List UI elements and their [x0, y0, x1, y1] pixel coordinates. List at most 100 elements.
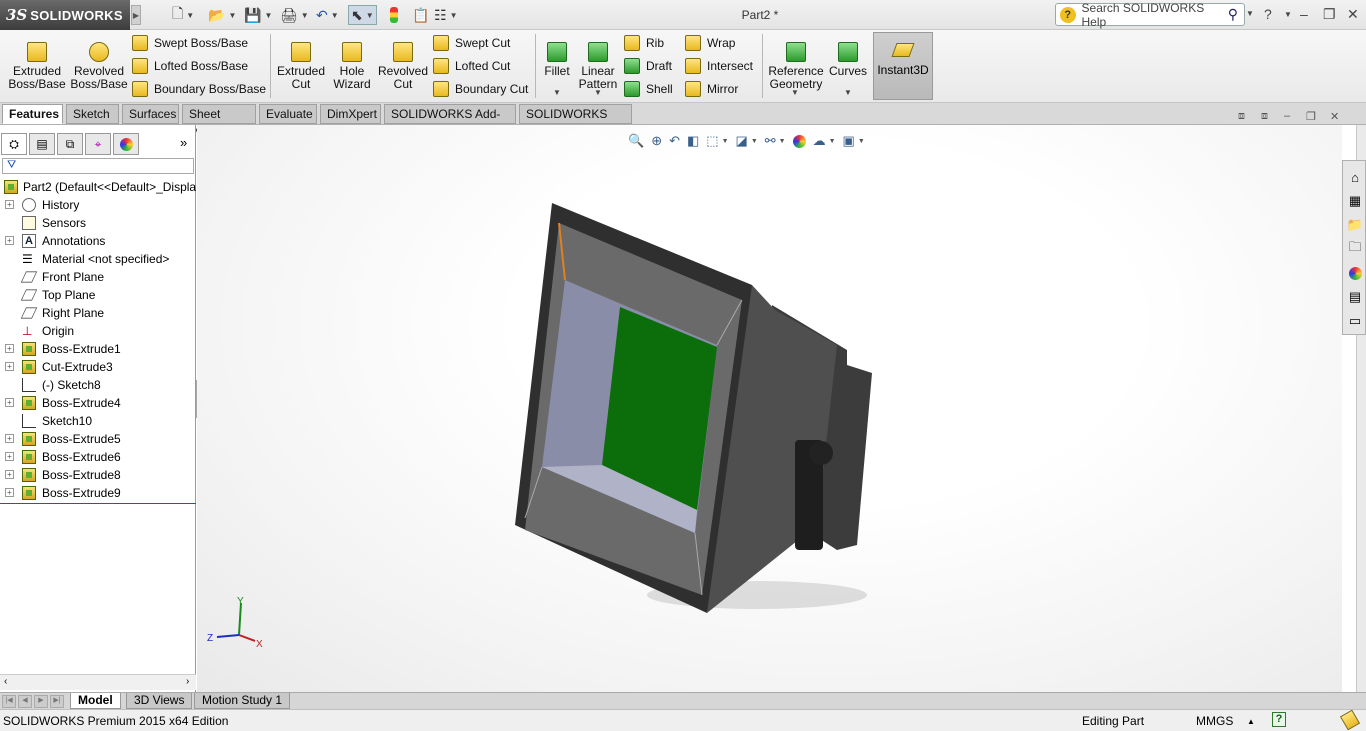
tree-item-history[interactable]: + History — [0, 196, 196, 214]
instant3d-button[interactable]: Instant3D — [873, 32, 933, 100]
tree-item-boss-extrude1[interactable]: + Boss-Extrude1 — [0, 340, 196, 358]
tree-item-boss-extrude6[interactable]: + Boss-Extrude6 — [0, 448, 196, 466]
reference-geometry-dropdown-icon[interactable]: ▼ — [791, 88, 799, 97]
rollback-bar[interactable] — [0, 503, 196, 504]
units-menu-arrow-icon[interactable]: ▲ — [1247, 717, 1255, 726]
search-help-box[interactable]: ? Search SOLIDWORKS Help ⚲ — [1055, 1, 1245, 29]
first-tab-icon[interactable]: |◀ — [2, 695, 16, 708]
display-manager-tab-icon[interactable] — [113, 133, 139, 155]
doc-minimize-button[interactable]: – — [1284, 110, 1290, 122]
fillet-button[interactable]: Fillet — [540, 38, 574, 78]
tab-sheet-metal[interactable]: Sheet Metal — [182, 104, 256, 140]
zoom-to-area-icon[interactable]: ⊕ — [651, 133, 662, 149]
open-button[interactable]: 📂 ▼ — [208, 5, 236, 25]
tab-features[interactable]: Features — [2, 104, 63, 124]
tab-model[interactable]: Model — [70, 693, 121, 709]
status-help-button[interactable]: ? — [1272, 712, 1286, 727]
tile-horizontal-icon[interactable]: ⧈ — [1238, 110, 1245, 123]
tree-filter-input[interactable]: ⛛ — [2, 158, 194, 174]
tab-motion-study[interactable]: Motion Study 1 — [194, 693, 291, 709]
tree-item-cut-extrude3[interactable]: + Cut-Extrude3 — [0, 358, 196, 376]
rib-button[interactable]: Rib — [624, 33, 664, 53]
previous-view-icon[interactable]: ↶ — [669, 133, 680, 149]
tab-sketch[interactable]: Sketch — [66, 104, 119, 124]
view-orientation-icon[interactable]: ◪ — [736, 133, 748, 149]
restore-button[interactable]: ❐ — [1323, 6, 1336, 23]
tab-evaluate[interactable]: Evaluate — [259, 104, 317, 124]
expand-icon[interactable]: + — [5, 470, 14, 479]
extruded-cut-button[interactable]: Extruded Cut — [274, 38, 328, 91]
tree-item-sketch8[interactable]: (-) Sketch8 — [0, 376, 196, 394]
expand-icon[interactable]: + — [5, 488, 14, 497]
curves-dropdown-icon[interactable]: ▼ — [844, 88, 852, 97]
swept-cut-button[interactable]: Swept Cut — [433, 33, 510, 53]
search-dropdown-icon[interactable]: ▼ — [1246, 9, 1254, 18]
expand-icon[interactable]: + — [5, 236, 14, 245]
tree-item-top-plane[interactable]: Top Plane — [0, 286, 196, 304]
appearances-icon[interactable] — [1345, 263, 1365, 283]
scroll-right-icon[interactable]: › — [186, 676, 189, 687]
tree-item-annotations[interactable]: + A Annotations — [0, 232, 196, 250]
expand-icon[interactable]: + — [5, 362, 14, 371]
tree-item-boss-extrude5[interactable]: + Boss-Extrude5 — [0, 430, 196, 448]
lofted-cut-button[interactable]: Lofted Cut — [433, 56, 510, 76]
section-view-icon[interactable]: ◧ — [687, 133, 699, 149]
chevron-down-icon[interactable]: ▼ — [829, 138, 836, 145]
expand-icon[interactable]: + — [5, 398, 14, 407]
chevron-down-icon[interactable]: ▼ — [779, 138, 786, 145]
tree-item-sensors[interactable]: Sensors — [0, 214, 196, 232]
zoom-to-fit-icon[interactable]: 🔍 — [628, 133, 644, 149]
chevron-down-icon[interactable]: ▼ — [722, 138, 729, 145]
edit-appearance-icon[interactable] — [792, 134, 806, 148]
new-document-button[interactable]: 🗋 ▼ — [172, 5, 194, 25]
close-button[interactable]: ✕ — [1347, 6, 1359, 23]
expand-panel-icon[interactable]: » — [180, 135, 187, 150]
tile-vertical-icon[interactable]: ⧈ — [1261, 110, 1268, 123]
revolved-cut-button[interactable]: Revolved Cut — [377, 38, 429, 91]
boundary-boss-button[interactable]: Boundary Boss/Base — [132, 79, 266, 99]
lofted-boss-button[interactable]: Lofted Boss/Base — [132, 56, 248, 76]
design-library-icon[interactable]: 📁 — [1345, 215, 1365, 235]
scroll-left-icon[interactable]: ‹ — [4, 676, 7, 687]
search-input[interactable]: Search SOLIDWORKS Help — [1082, 1, 1228, 29]
expand-icon[interactable]: + — [5, 434, 14, 443]
chevron-down-icon[interactable]: ▼ — [751, 138, 758, 145]
swept-boss-button[interactable]: Swept Boss/Base — [132, 33, 248, 53]
options-button[interactable]: ☷ ▼ — [434, 5, 457, 25]
help-button[interactable]: ? — [1264, 6, 1272, 22]
tree-item-front-plane[interactable]: Front Plane — [0, 268, 196, 286]
tree-item-origin[interactable]: ⊥ Origin — [0, 322, 196, 340]
apply-scene-icon[interactable]: ☁ — [813, 133, 826, 149]
tree-item-boss-extrude8[interactable]: + Boss-Extrude8 — [0, 466, 196, 484]
tab-addins[interactable]: SOLIDWORKS Add-Ins — [384, 104, 516, 140]
hole-wizard-button[interactable]: Hole Wizard — [328, 38, 376, 91]
expand-icon[interactable]: + — [5, 200, 14, 209]
expand-icon[interactable]: + — [5, 344, 14, 353]
tree-item-boss-extrude9[interactable]: + Boss-Extrude9 — [0, 484, 196, 502]
linear-pattern-button[interactable]: Linear Pattern — [576, 38, 620, 91]
tree-root-part[interactable]: Part2 (Default<<Default>_Display State 1… — [0, 178, 196, 196]
status-units[interactable]: MMGS — [1196, 714, 1233, 728]
last-tab-icon[interactable]: ▶| — [50, 695, 64, 708]
tab-surfaces[interactable]: Surfaces — [122, 104, 179, 124]
resources-icon[interactable]: ▦ — [1345, 191, 1365, 211]
boundary-cut-button[interactable]: Boundary Cut — [433, 79, 528, 99]
doc-restore-button[interactable]: ❐ — [1306, 110, 1316, 123]
linear-pattern-dropdown-icon[interactable]: ▼ — [594, 88, 602, 97]
tree-item-boss-extrude4[interactable]: + Boss-Extrude4 — [0, 394, 196, 412]
expand-icon[interactable]: + — [5, 452, 14, 461]
search-icon[interactable]: ⚲ — [1228, 6, 1238, 23]
property-manager-tab-icon[interactable]: ▤ — [29, 133, 55, 155]
prev-tab-icon[interactable]: ◀ — [18, 695, 32, 708]
print-button[interactable]: 🖨 ▼ — [280, 5, 309, 25]
configuration-manager-tab-icon[interactable]: ⧉ — [57, 133, 83, 155]
wrap-button[interactable]: Wrap — [685, 33, 735, 53]
file-explorer-icon[interactable]: 🗀 — [1345, 239, 1365, 259]
graphics-area[interactable]: Y Z X — [197, 125, 1342, 692]
tree-item-sketch10[interactable]: Sketch10 — [0, 412, 196, 430]
chevron-down-icon[interactable]: ▼ — [858, 138, 865, 145]
fillet-dropdown-icon[interactable]: ▼ — [553, 88, 561, 97]
tab-3d-views[interactable]: 3D Views — [126, 693, 193, 709]
dimxpert-manager-tab-icon[interactable]: ⌖ — [85, 133, 111, 155]
next-tab-icon[interactable]: ▶ — [34, 695, 48, 708]
